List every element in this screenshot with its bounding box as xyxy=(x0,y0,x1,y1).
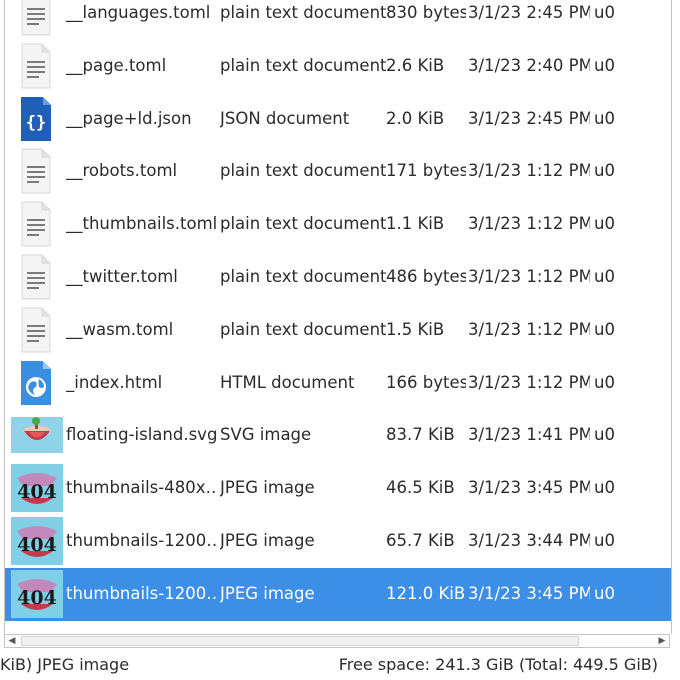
status-selection-info: KiB) JPEG image xyxy=(0,655,130,674)
file-size: 830 bytes xyxy=(386,3,466,22)
file-row[interactable]: __twitter.toml plain text document 486 byt… xyxy=(5,251,671,304)
file-modified: 3/1/23 3:44 PM xyxy=(468,530,590,550)
text-file-icon xyxy=(11,253,59,301)
file-owner: u0 xyxy=(594,478,615,498)
text-file-icon xyxy=(11,306,59,354)
horizontal-scrollbar[interactable]: ◀ ▶ xyxy=(4,634,670,648)
file-size: 171 bytes xyxy=(386,161,466,181)
file-modified: 3/1/23 2:45 PM xyxy=(468,108,590,128)
file-size: 486 bytes xyxy=(386,266,466,286)
file-type: SVG image xyxy=(220,425,312,445)
file-type: HTML document xyxy=(220,372,355,392)
file-type: JPEG image xyxy=(220,478,315,498)
file-row[interactable]: __thumbnails.toml plain text document 1.1 … xyxy=(5,198,671,251)
file-type: plain text document xyxy=(220,55,386,75)
file-type: plain text document xyxy=(220,161,386,181)
scroll-right-arrow-icon[interactable]: ▶ xyxy=(655,635,669,647)
file-name: thumbnails-1200… xyxy=(66,530,216,550)
file-modified: 3/1/23 3:45 PM xyxy=(468,478,590,498)
text-file-icon xyxy=(11,42,59,90)
file-modified: 3/1/23 1:12 PM xyxy=(468,319,590,339)
404-thumbnail-icon: 404 xyxy=(11,569,63,618)
file-name: __twitter.toml xyxy=(66,266,178,286)
file-list[interactable]: __languages.toml plain text document 830 b… xyxy=(4,0,672,634)
file-name: __page+ld.json xyxy=(66,108,192,128)
file-modified: 3/1/23 1:12 PM xyxy=(468,161,590,181)
file-size: 65.7 KiB xyxy=(386,530,455,550)
file-type: JPEG image xyxy=(220,583,315,603)
file-modified: 3/1/23 1:12 PM xyxy=(468,266,590,286)
file-owner: u0 xyxy=(594,319,615,339)
file-type: plain text document xyxy=(220,214,386,234)
file-row[interactable]: floating-island.svg SVG image 83.7 KiB 3/1/… xyxy=(5,409,671,462)
file-row[interactable]: __page.toml plain text document 2.6 KiB 3/1… xyxy=(5,40,671,93)
file-modified: 3/1/23 1:12 PM xyxy=(468,372,590,392)
file-row[interactable]: _index.html HTML document 166 bytes 3/1/23 … xyxy=(5,357,671,410)
file-rows: __languages.toml plain text document 830 b… xyxy=(5,0,671,621)
file-row[interactable]: __robots.toml plain text document 171 byte… xyxy=(5,145,671,198)
404-thumbnail-icon: 404 xyxy=(11,516,63,565)
file-owner: u0 xyxy=(594,530,615,550)
file-owner: u0 xyxy=(594,55,615,75)
svg-text:404: 404 xyxy=(17,587,57,609)
file-owner: u0 xyxy=(594,583,615,603)
file-name: thumbnails-1200… xyxy=(66,583,216,603)
file-size: 83.7 KiB xyxy=(386,425,455,445)
file-size: 46.5 KiB xyxy=(386,478,455,498)
file-modified: 3/1/23 1:12 PM xyxy=(468,214,590,234)
file-owner: u0 xyxy=(594,108,615,128)
svg-text:404: 404 xyxy=(17,481,57,503)
file-type: JSON document xyxy=(220,108,350,128)
file-modified: 3/1/23 1:41 PM xyxy=(468,425,590,445)
html-file-icon xyxy=(11,359,59,407)
file-name: _index.html xyxy=(66,372,163,392)
file-name: thumbnails-480x… xyxy=(66,478,216,498)
file-modified: 3/1/23 3:45 PM xyxy=(468,583,590,603)
file-name: __wasm.toml xyxy=(66,319,174,339)
file-owner: u0 xyxy=(594,161,615,181)
scrollbar-track[interactable] xyxy=(19,636,655,646)
file-owner: u0 xyxy=(594,3,615,22)
status-bar: KiB) JPEG image Free space: 241.3 GiB (T… xyxy=(0,650,680,680)
file-row[interactable]: __languages.toml plain text document 830 b… xyxy=(5,0,671,40)
file-row[interactable]: 404 thumbnails-1200… JPEG image 121.0 KiB 3/… xyxy=(5,567,671,621)
file-size: 1.5 KiB xyxy=(386,319,445,339)
file-owner: u0 xyxy=(594,266,615,286)
file-size: 1.1 KiB xyxy=(386,214,445,234)
file-size: 2.0 KiB xyxy=(386,108,445,128)
text-file-icon xyxy=(11,147,59,195)
file-type: plain text document xyxy=(220,319,386,339)
file-modified: 3/1/23 2:45 PM xyxy=(468,3,590,22)
file-name: __thumbnails.toml xyxy=(66,214,216,234)
file-row[interactable]: {} __page+ld.json JSON document 2.0 KiB 3/1/… xyxy=(5,93,671,146)
file-row[interactable]: 404 thumbnails-1200… JPEG image 65.7 KiB 3/1… xyxy=(5,515,671,568)
file-size: 2.6 KiB xyxy=(386,55,445,75)
file-type: plain text document xyxy=(220,266,386,286)
file-owner: u0 xyxy=(594,372,615,392)
file-name: __robots.toml xyxy=(66,161,178,181)
404-thumbnail-icon: 404 xyxy=(11,464,63,513)
svg-text:{}: {} xyxy=(26,113,46,133)
text-file-icon xyxy=(11,0,59,37)
file-type: plain text document xyxy=(220,3,386,22)
file-size: 121.0 KiB xyxy=(386,583,466,603)
file-name: __languages.toml xyxy=(66,3,211,22)
file-name: floating-island.svg xyxy=(66,425,216,445)
island-thumbnail-icon xyxy=(11,411,63,459)
text-file-icon xyxy=(11,200,59,248)
file-name: __page.toml xyxy=(66,55,167,75)
file-manager-window: __languages.toml plain text document 830 b… xyxy=(0,0,680,680)
svg-text:404: 404 xyxy=(17,534,57,556)
file-type: JPEG image xyxy=(220,530,315,550)
file-owner: u0 xyxy=(594,214,615,234)
file-size: 166 bytes xyxy=(386,372,466,392)
file-modified: 3/1/23 2:40 PM xyxy=(468,55,590,75)
file-owner: u0 xyxy=(594,425,615,445)
file-row[interactable]: 404 thumbnails-480x… JPEG image 46.5 KiB 3/1… xyxy=(5,462,671,515)
file-row[interactable]: __wasm.toml plain text document 1.5 KiB 3/1… xyxy=(5,304,671,357)
scroll-left-arrow-icon[interactable]: ◀ xyxy=(5,635,19,647)
status-free-space: Free space: 241.3 GiB (Total: 449.5 GiB) xyxy=(338,655,658,674)
json-file-icon: {} xyxy=(11,95,59,143)
scrollbar-thumb[interactable] xyxy=(21,636,579,646)
